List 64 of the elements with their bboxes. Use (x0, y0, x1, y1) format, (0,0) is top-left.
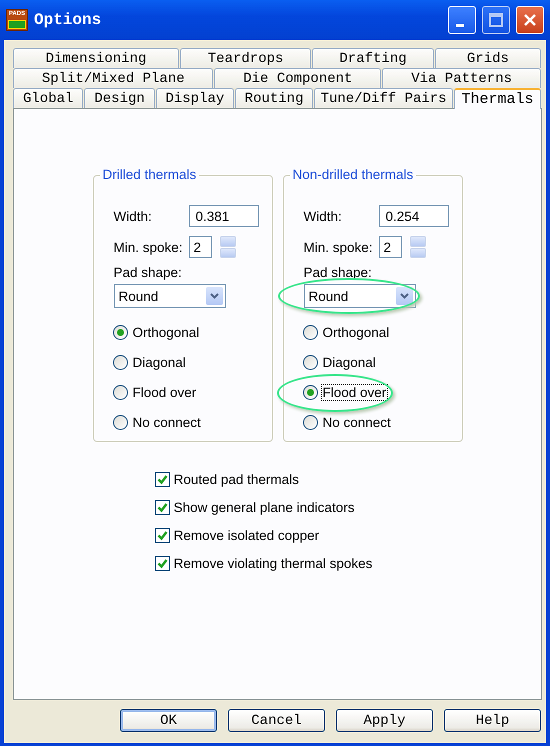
radio-label: Flood over (132, 384, 198, 400)
width-label: Width: (304, 208, 343, 224)
min-spoke-label: Min. spoke: (304, 240, 374, 254)
window-title: Options (34, 11, 102, 29)
checkbox[interactable] (154, 556, 170, 571)
checkbox[interactable] (154, 500, 170, 515)
tab[interactable]: Drafting (312, 48, 434, 68)
tab[interactable]: Thermals (454, 88, 541, 109)
dialog-button[interactable]: OK (120, 709, 217, 732)
min-spoke-field[interactable]: 2 (378, 236, 402, 258)
checkbox-label: Routed pad thermals (174, 472, 299, 487)
dialog-button[interactable]: Cancel (228, 709, 325, 732)
radio-button[interactable] (112, 324, 128, 340)
radio-button[interactable] (112, 414, 128, 430)
radio-label: Orthogonal (132, 324, 200, 340)
min-spoke-field[interactable]: 2 (188, 236, 212, 258)
checkbox[interactable] (154, 472, 170, 487)
radio-button[interactable] (112, 354, 128, 370)
radio-button[interactable] (302, 384, 318, 400)
group-title: Non-drilled thermals (290, 167, 416, 182)
checkbox[interactable] (154, 528, 170, 543)
pad-shape-dropdown[interactable]: Round (114, 284, 226, 308)
width-field[interactable]: 0.381 (188, 205, 258, 227)
close-button[interactable] (516, 6, 544, 34)
width-label: Width: (114, 208, 153, 224)
radio-button[interactable] (302, 354, 318, 370)
maximize-button[interactable] (482, 6, 510, 34)
minimize-button[interactable] (448, 6, 476, 34)
tab[interactable]: Routing (234, 88, 314, 108)
tab[interactable]: Via Patterns (382, 68, 541, 88)
minimize-icon (456, 24, 464, 26)
min-spoke-label: Min. spoke: (114, 240, 184, 254)
radio-button[interactable] (302, 324, 318, 340)
tab[interactable]: Grids (434, 48, 541, 68)
radio-button[interactable] (112, 384, 128, 400)
radio-label: Flood over (320, 384, 388, 400)
close-icon (522, 12, 538, 28)
radio-label: Diagonal (322, 354, 377, 370)
maximize-icon (488, 12, 504, 28)
radio-label: No connect (132, 414, 202, 430)
tab[interactable]: Global (13, 88, 84, 108)
tab[interactable]: Dimensioning (13, 48, 179, 68)
tab[interactable]: Die Component (214, 68, 382, 88)
checkbox-label: Remove violating thermal spokes (174, 556, 372, 571)
pad-shape-dropdown[interactable]: Round (304, 284, 416, 308)
tab[interactable]: Display (156, 88, 234, 108)
dialog-button[interactable]: Help (444, 709, 541, 732)
checkbox-label: Remove isolated copper (174, 528, 320, 543)
checkbox-label: Show general plane indicators (174, 500, 354, 515)
tab[interactable]: Teardrops (180, 48, 312, 68)
radio-label: Orthogonal (322, 324, 390, 340)
tab[interactable]: Design (84, 88, 155, 108)
chevron-down-icon (400, 293, 408, 299)
pad-shape-label: Pad shape: (114, 265, 183, 280)
radio-label: Diagonal (132, 354, 187, 370)
pad-shape-label: Pad shape: (304, 265, 373, 280)
dialog-button[interactable]: Apply (336, 709, 433, 732)
tab[interactable]: Tune/Diff Pairs (314, 88, 453, 108)
width-field[interactable]: 0.254 (378, 205, 448, 227)
radio-label: No connect (322, 414, 392, 430)
chevron-down-icon (210, 293, 218, 299)
radio-button[interactable] (302, 414, 318, 430)
tab[interactable]: Split/Mixed Plane (13, 68, 214, 88)
group-title: Drilled thermals (100, 167, 200, 182)
